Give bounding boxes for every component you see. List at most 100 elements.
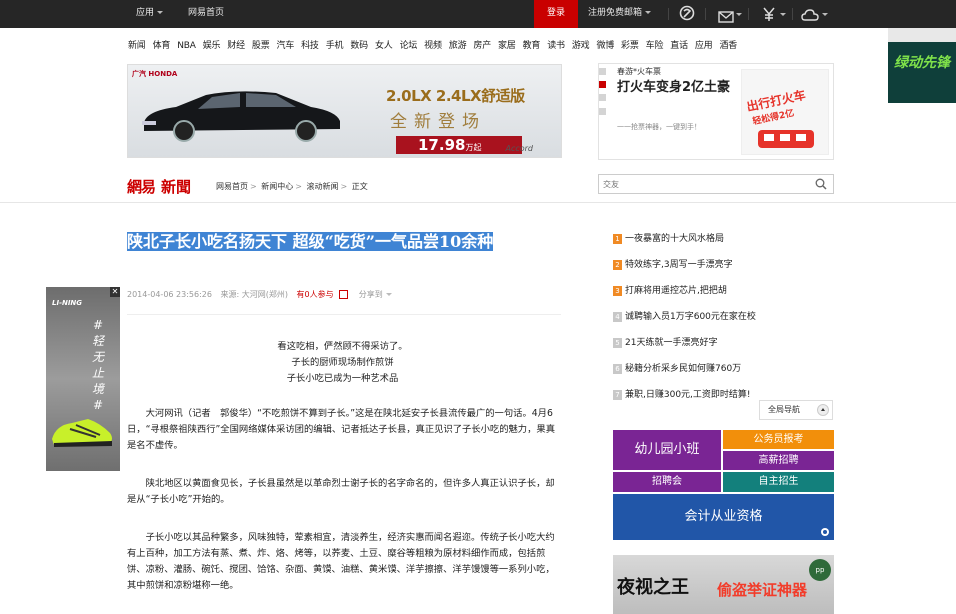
photo-caption: 子长小吃已成为一种艺术品 bbox=[286, 373, 399, 384]
search-icon[interactable] bbox=[815, 178, 827, 190]
channel-link[interactable]: 旅游 bbox=[449, 41, 467, 51]
car-ad-price: 17.98万起 bbox=[396, 136, 522, 154]
promo-image[interactable]: 出行打火车 轻松得2亿 bbox=[741, 69, 829, 155]
search-input[interactable] bbox=[603, 178, 803, 191]
channel-link[interactable]: 房产 bbox=[473, 41, 491, 51]
channel-link[interactable]: 汽车 bbox=[277, 41, 295, 51]
ad-tile-job-fair[interactable]: 招聘会 bbox=[613, 472, 721, 492]
global-nav-button[interactable]: 全局导航 bbox=[759, 400, 833, 420]
channel-link[interactable]: 彩票 bbox=[621, 41, 639, 51]
promo-title[interactable]: 打火车变身2亿土豪 bbox=[617, 78, 735, 97]
cloud-icon[interactable] bbox=[801, 7, 819, 21]
hot-news-title: 21天练就一手漂亮好字 bbox=[625, 338, 718, 348]
divider bbox=[668, 8, 669, 20]
channel-link[interactable]: 直话 bbox=[670, 41, 688, 51]
comment-edit-icon[interactable] bbox=[339, 290, 349, 299]
home-link[interactable]: 网易首页 bbox=[188, 0, 224, 28]
hot-news-item[interactable]: 6 秘籍分析采乡民如何赚760万 bbox=[613, 361, 843, 387]
share-menu[interactable]: 分享到 bbox=[359, 290, 383, 299]
close-icon[interactable]: ✕ bbox=[110, 287, 120, 297]
hot-news-item[interactable]: 5 21天练就一手漂亮好字 bbox=[613, 335, 843, 361]
breadcrumb-news-center[interactable]: 新闻中心 bbox=[261, 182, 293, 191]
channel-link[interactable]: NBA bbox=[177, 41, 196, 51]
hot-news-item[interactable]: 3 打麻将用遥控芯片,把把胡 bbox=[613, 283, 843, 309]
car-ad-title: 2.0LX 2.4LX舒适版 bbox=[386, 87, 525, 105]
floating-shoe-ad[interactable]: ✕ LI-NING #轻无止境# bbox=[46, 287, 120, 471]
comment-count-link[interactable]: 有0人参与 bbox=[297, 290, 334, 299]
bullet-icon bbox=[599, 94, 606, 101]
article-source: 来源: 大河网(郑州) bbox=[220, 290, 288, 299]
breadcrumb-rolling-news[interactable]: 滚动新闻 bbox=[307, 182, 339, 191]
wallet-icon[interactable] bbox=[762, 6, 776, 22]
ad-tile-high-salary[interactable]: 高薪招聘 bbox=[723, 451, 834, 470]
channel-link[interactable]: 车险 bbox=[646, 41, 664, 51]
channel-link[interactable]: 游戏 bbox=[572, 41, 590, 51]
hot-news-item[interactable]: 2 特效练字,3周写一手漂亮字 bbox=[613, 257, 843, 283]
rank-number: 5 bbox=[613, 337, 622, 348]
hot-news-title: 兼职,日赚300元,工资即时结算! bbox=[625, 390, 751, 400]
breadcrumb: 网易首页 > 新闻中心 > 滚动新闻 > 正文 bbox=[216, 181, 368, 192]
bullet-icon bbox=[599, 108, 606, 115]
channel-link[interactable]: 读书 bbox=[547, 41, 565, 51]
channel-link[interactable]: 股票 bbox=[252, 41, 270, 51]
channel-link[interactable]: 女人 bbox=[375, 41, 393, 51]
side-strip-ad[interactable]: 绿动先锋 bbox=[888, 28, 956, 103]
chevron-down-icon[interactable] bbox=[385, 293, 392, 296]
channel-link[interactable]: 新闻 bbox=[128, 41, 146, 51]
chevron-down-icon[interactable] bbox=[780, 13, 786, 16]
nv-ad-subtitle: 偷盗举证神器 bbox=[717, 581, 808, 599]
rank-number: 6 bbox=[613, 363, 622, 374]
shoe-ad-brand: LI-NING bbox=[52, 299, 83, 307]
ad-tile-admission[interactable]: 自主招生 bbox=[723, 472, 834, 492]
logo-news: 新聞 bbox=[161, 178, 192, 196]
channel-link[interactable]: 数码 bbox=[350, 41, 368, 51]
channel-link[interactable]: 应用 bbox=[695, 41, 713, 51]
channel-link[interactable]: 论坛 bbox=[400, 41, 418, 51]
rank-number: 7 bbox=[613, 389, 622, 400]
channel-link[interactable]: 科技 bbox=[301, 41, 319, 51]
apps-menu[interactable]: 应用 bbox=[136, 0, 164, 28]
car-banner-ad[interactable]: 广汽 HONDA 2.0LX 2.4LX舒适版 全新登场 17.98万起 Acc… bbox=[127, 64, 562, 158]
channel-link[interactable]: 微博 bbox=[596, 41, 614, 51]
article-datetime: 2014-04-06 23:56:26 bbox=[127, 290, 212, 299]
car-ad-slogan: 全新登场 bbox=[390, 112, 486, 132]
ad-mark-icon bbox=[821, 528, 829, 536]
bullet-icon bbox=[599, 81, 606, 88]
article-title: 陕北子长小吃名扬天下 超级“吃货”一气品尝10余种 bbox=[127, 231, 561, 252]
night-vision-ad[interactable]: 夜视之王 偷盗举证神器 pp bbox=[613, 555, 834, 614]
channel-link[interactable]: 家居 bbox=[498, 41, 516, 51]
hot-news-item[interactable]: 4 诚聘输入员1万字600元在家在校 bbox=[613, 309, 843, 335]
channel-link[interactable]: 财经 bbox=[227, 41, 245, 51]
shoe-ad-slogan: #轻无止境# bbox=[91, 318, 104, 412]
ad-tile-accounting[interactable]: 会计从业资格 bbox=[613, 494, 834, 540]
divider bbox=[705, 8, 706, 20]
ad-tile-kindergarten[interactable]: 幼儿园小班 bbox=[613, 430, 721, 470]
channel-link[interactable]: 体育 bbox=[153, 41, 171, 51]
hot-news-title: 一夜暴富的十大风水格局 bbox=[625, 234, 725, 244]
channel-link[interactable]: 娱乐 bbox=[203, 41, 221, 51]
hot-news-title: 特效练字,3周写一手漂亮字 bbox=[625, 260, 733, 270]
channel-link[interactable]: 视频 bbox=[424, 41, 442, 51]
channel-link[interactable]: 酒香 bbox=[719, 41, 737, 51]
channel-link[interactable]: 教育 bbox=[523, 41, 541, 51]
tencent-icon[interactable] bbox=[679, 5, 695, 21]
side-ad-text: 绿动先锋 bbox=[894, 55, 950, 71]
global-nav-label: 全局导航 bbox=[768, 405, 800, 414]
register-mail-link[interactable]: 注册免费邮箱 bbox=[588, 0, 652, 28]
chevron-down-icon[interactable] bbox=[822, 13, 828, 16]
car-price-unit: 万起 bbox=[465, 143, 482, 152]
chevron-up-icon[interactable] bbox=[817, 404, 829, 416]
article-body: 看这吃相，俨然顾不得采访了。 子长的厨师现场制作煎饼 子长小吃已成为一种艺术品 … bbox=[127, 339, 558, 594]
promo-kicker[interactable]: 春游*火车票 bbox=[617, 66, 661, 77]
login-button[interactable]: 登录 bbox=[534, 0, 578, 28]
divider bbox=[792, 8, 793, 20]
channel-link[interactable]: 手机 bbox=[326, 41, 344, 51]
chevron-down-icon[interactable] bbox=[736, 13, 742, 16]
ad-tile-civil-service[interactable]: 公务员报考 bbox=[723, 430, 834, 449]
train-ticket-promo[interactable]: 春游*火车票 打火车变身2亿土豪 一一抢票神器，一键到手！ 出行打火车 轻松得2… bbox=[598, 63, 834, 160]
breadcrumb-home[interactable]: 网易首页 bbox=[216, 182, 248, 191]
mail-icon[interactable] bbox=[718, 8, 734, 23]
netease-news-logo[interactable]: 網易 新聞 bbox=[127, 176, 191, 196]
hot-news-item[interactable]: 1 一夜暴富的十大风水格局 bbox=[613, 231, 843, 257]
search-box bbox=[598, 174, 834, 194]
